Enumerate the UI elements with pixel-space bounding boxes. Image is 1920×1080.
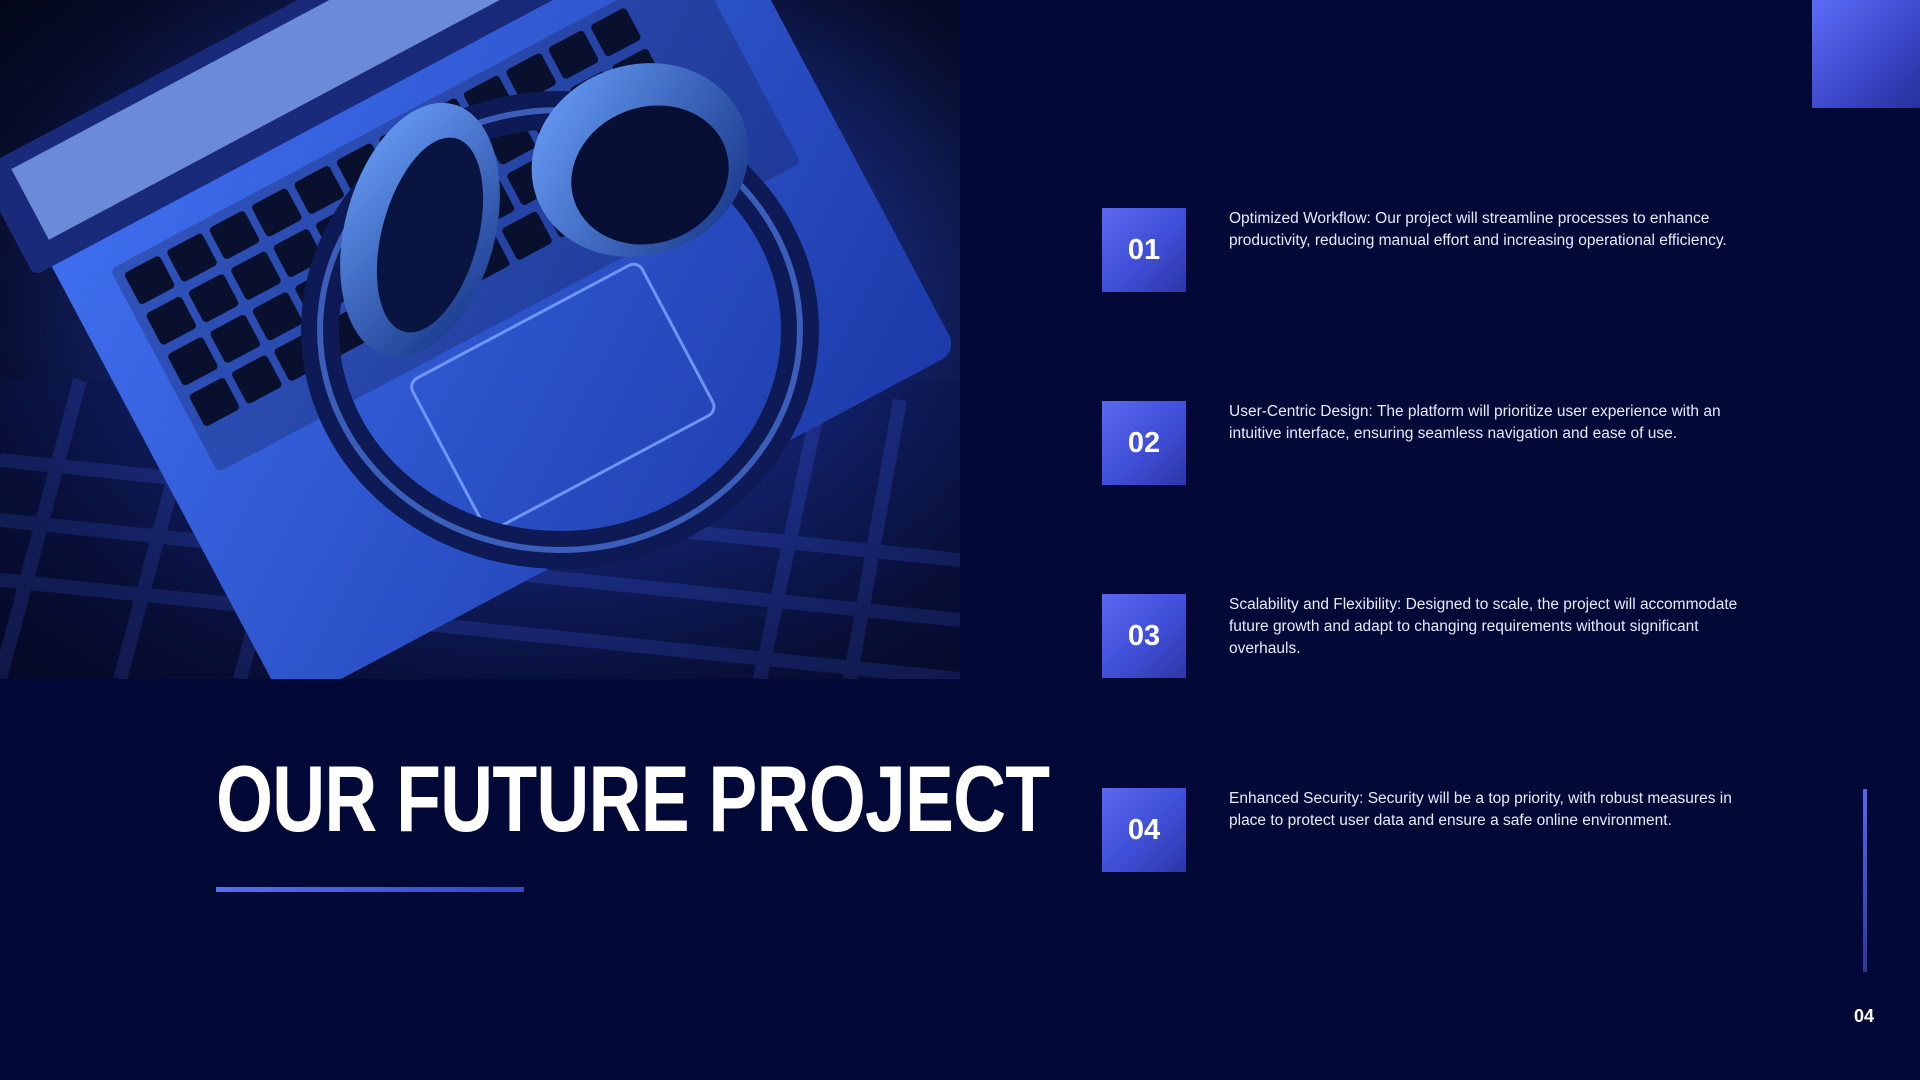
item-number-badge: 04 bbox=[1102, 788, 1186, 872]
item-description: User-Centric Design: The platform will p… bbox=[1229, 403, 1721, 442]
list-item: 01 Optimized Workflow: Our project will … bbox=[1102, 208, 1862, 292]
photo-illustration bbox=[0, 0, 960, 679]
item-description: Scalability and Flexibility: Designed to… bbox=[1229, 596, 1738, 657]
list-item: 02 User-Centric Design: The platform wil… bbox=[1102, 401, 1862, 485]
slide: OUR FUTURE PROJECT 01 Optimized Workflow… bbox=[0, 0, 1920, 1080]
item-number-badge: 02 bbox=[1102, 401, 1186, 485]
item-description: Optimized Workflow: Our project will str… bbox=[1229, 210, 1727, 249]
corner-accent-block bbox=[1812, 0, 1920, 108]
item-number-badge: 01 bbox=[1102, 208, 1186, 292]
page-number: 04 bbox=[1854, 1006, 1875, 1026]
laptop-headphones-photo bbox=[0, 0, 960, 679]
item-number-badge: 03 bbox=[1102, 594, 1186, 678]
title-underline bbox=[216, 887, 524, 892]
item-description: Enhanced Security: Security will be a to… bbox=[1229, 790, 1732, 829]
slide-title: OUR FUTURE PROJECT bbox=[216, 746, 1050, 851]
side-accent-bar bbox=[1863, 789, 1867, 972]
list-item: 04 Enhanced Security: Security will be a… bbox=[1102, 788, 1862, 872]
list-item: 03 Scalability and Flexibility: Designed… bbox=[1102, 594, 1862, 678]
